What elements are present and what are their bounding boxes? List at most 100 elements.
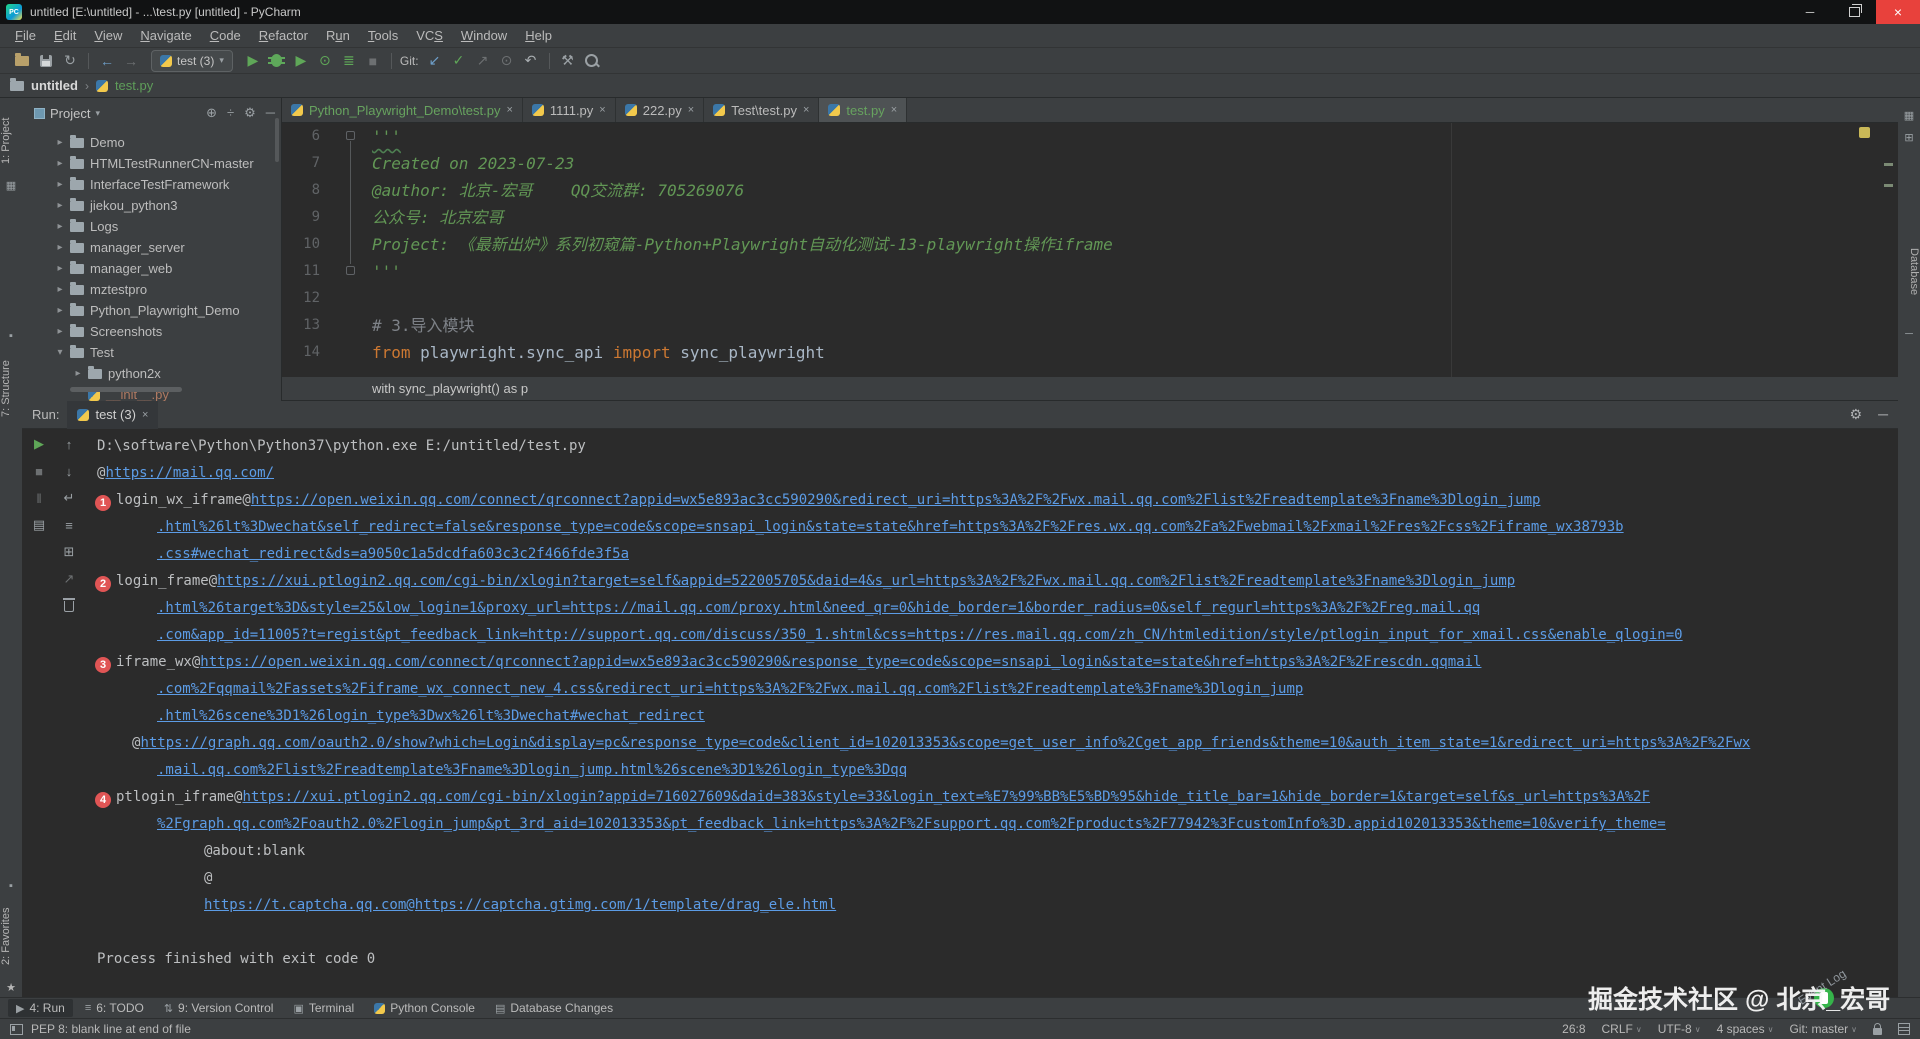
status-26-8[interactable]: 26:8 (1562, 1022, 1585, 1036)
console-link[interactable]: https://open.weixin.qq.com/connect/qrcon… (251, 492, 1541, 508)
editor-tab[interactable]: test.py × (819, 98, 908, 122)
project-tree-item[interactable]: ▸ manager_server (22, 237, 282, 258)
breadcrumb-file[interactable]: test.py (115, 78, 153, 93)
editor-tab[interactable]: 1111.py × (523, 98, 616, 122)
menu-help[interactable]: Help (516, 24, 561, 48)
console-link[interactable]: https://mail.qq.com/ (105, 465, 274, 481)
run-tab[interactable]: test (3) × (67, 400, 159, 429)
clear-icon[interactable] (63, 598, 75, 612)
project-tree-item[interactable]: ▸ python2x (22, 363, 282, 384)
close-icon[interactable]: × (688, 104, 694, 116)
project-tree-item[interactable]: ▸ mztestpro (22, 279, 282, 300)
project-tree-item[interactable]: ▸ jiekou_python3 (22, 195, 282, 216)
editor[interactable]: 6 ''' 7 Created on 2023-07-23 8 @author: 北京-宏… (282, 123, 1898, 377)
run-coverage-icon[interactable]: ▶ (289, 51, 313, 71)
inspections-indicator[interactable] (1859, 127, 1870, 138)
menu-vcs[interactable]: VCS (407, 24, 452, 48)
stop-icon[interactable]: ■ (30, 462, 48, 480)
editor-tab[interactable]: Python_Playwright_Demo\test.py × (282, 98, 523, 122)
menu-refactor[interactable]: Refactor (250, 24, 317, 48)
run-concurrency-icon[interactable]: ≣ (337, 51, 361, 71)
fold-marker[interactable] (346, 266, 355, 275)
project-tree-item[interactable]: ▾ Test (22, 342, 282, 363)
tool-stripe-favorites[interactable]: 2: Favorites (0, 894, 22, 978)
git-commit-icon[interactable]: ✓ (447, 51, 471, 71)
git-update-icon[interactable]: ↙ (423, 51, 447, 71)
console-link[interactable]: .html%26scene%3D1%26login_type%3Dwx%26lt… (157, 708, 705, 724)
console-link[interactable]: .css#wechat_redirect&ds=a9050c1a5dcdfa60… (157, 546, 629, 562)
console-link[interactable]: https://graph.qq.com/oauth2.0/show?which… (140, 735, 1750, 751)
breadcrumb-project[interactable]: untitled (31, 78, 78, 93)
hide-icon[interactable]: ─ (266, 105, 275, 121)
tool-stripe-project[interactable]: 1: Project (0, 106, 22, 176)
reader-mode-icon[interactable] (1898, 1023, 1910, 1035)
console-link[interactable]: https://xui.ptlogin2.qq.com/cgi-bin/xlog… (217, 573, 1515, 589)
toolwindow-version-control[interactable]: ⇅ 9: Version Control (156, 999, 282, 1017)
minimize-icon[interactable]: ─ (1878, 406, 1888, 423)
restore-layout-icon[interactable]: ▤ (30, 516, 48, 534)
status-crlf[interactable]: CRLF ∨ (1602, 1022, 1642, 1036)
search-icon[interactable] (580, 51, 604, 71)
profiler-icon[interactable]: ⊙ (313, 51, 337, 71)
fold-marker[interactable] (346, 131, 355, 140)
toolwindow-python-console[interactable]: Python Console (366, 999, 483, 1017)
git-history-icon[interactable]: ⊙ (495, 51, 519, 71)
window-icon[interactable] (10, 1023, 23, 1035)
sync-icon[interactable]: ↻ (58, 51, 82, 71)
menu-code[interactable]: Code (201, 24, 250, 48)
console-link[interactable]: .html%26lt%3Dwechat&self_redirect=false&… (157, 519, 1624, 535)
close-icon[interactable]: × (506, 104, 512, 116)
forward-icon[interactable]: → (119, 51, 143, 71)
project-tree-item[interactable]: ▸ Screenshots (22, 321, 282, 342)
git-push-icon[interactable]: ↗ (471, 51, 495, 71)
console-link[interactable]: https://xui.ptlogin2.qq.com/cgi-bin/xlog… (242, 789, 1650, 805)
run-config-selector[interactable]: test (3) ▾ (151, 49, 233, 72)
print-icon[interactable]: ⊞ (60, 543, 78, 561)
project-tree-item[interactable]: ▸ manager_web (22, 258, 282, 279)
debug-icon[interactable] (265, 51, 289, 71)
collapse-all-icon[interactable]: ÷ (227, 105, 234, 121)
rerun-icon[interactable]: ▶ (30, 435, 48, 453)
tree-horizontal-scrollbar[interactable] (70, 387, 182, 392)
close-icon[interactable]: × (803, 104, 809, 116)
pause-icon[interactable]: ‖ (30, 489, 48, 507)
console-link[interactable]: https://open.weixin.qq.com/connect/qrcon… (200, 654, 1481, 670)
project-tree-item[interactable]: ▸ HTMLTestRunnerCN-master (22, 153, 282, 174)
toolwindow-run[interactable]: ▶ 4: Run (8, 999, 73, 1017)
screenshot-tool-icon[interactable]: ▦ (1903, 110, 1915, 122)
console-link[interactable]: .html%26target%3D&style=25&low_login=1&p… (157, 600, 1480, 616)
close-button[interactable]: × (1876, 0, 1920, 24)
stop-icon[interactable]: ■ (361, 51, 385, 71)
restore-button[interactable] (1832, 0, 1876, 24)
console-link[interactable]: https://t.captcha.qq.com@https://captcha… (204, 897, 836, 913)
editor-tab[interactable]: Test\test.py × (704, 98, 820, 122)
project-panel-title[interactable]: Project (50, 106, 90, 121)
toolwindow-terminal[interactable]: ▣ Terminal (285, 999, 362, 1017)
tool-stripe-structure[interactable]: 7: Structure (0, 346, 22, 432)
status-utf-8[interactable]: UTF-8 ∨ (1658, 1022, 1701, 1036)
star-icon[interactable]: ★ (5, 982, 17, 994)
close-icon[interactable]: × (599, 104, 605, 116)
down-stack-icon[interactable]: ↓ (60, 462, 78, 480)
close-icon[interactable]: × (142, 409, 148, 421)
console-link[interactable]: .com&app_id=11005?t=regist&pt_feedback_l… (157, 627, 1683, 643)
lock-icon[interactable] (1873, 1022, 1882, 1035)
menu-edit[interactable]: Edit (45, 24, 85, 48)
locate-icon[interactable]: ⊕ (206, 105, 217, 121)
project-tree-item[interactable]: ▸ InterfaceTestFramework (22, 174, 282, 195)
tree-vertical-scrollbar[interactable] (275, 118, 279, 162)
menu-navigate[interactable]: Navigate (131, 24, 200, 48)
toolwindow-todo[interactable]: ≡ 6: TODO (77, 999, 152, 1017)
project-tree-item[interactable]: ▸ Logs (22, 216, 282, 237)
menu-file[interactable]: File (6, 24, 45, 48)
settings-icon[interactable]: ⚙ (1850, 406, 1863, 423)
toolwindow-database-changes[interactable]: ▤ Database Changes (487, 999, 621, 1017)
panel-tool-icon[interactable]: ⊞ (1903, 132, 1915, 144)
settings-icon[interactable]: ⚙ (244, 105, 256, 121)
console-link[interactable]: %2Fgraph.qq.com%2Foauth2.0%2Flogin_jump&… (157, 816, 1666, 832)
menu-tools[interactable]: Tools (359, 24, 407, 48)
project-tree-item[interactable]: ▸ Demo (22, 132, 282, 153)
wrench-icon[interactable]: ⚒ (556, 51, 580, 71)
run-console[interactable]: D:\software\Python\Python37\python.exe E… (90, 429, 1890, 973)
menu-window[interactable]: Window (452, 24, 516, 48)
